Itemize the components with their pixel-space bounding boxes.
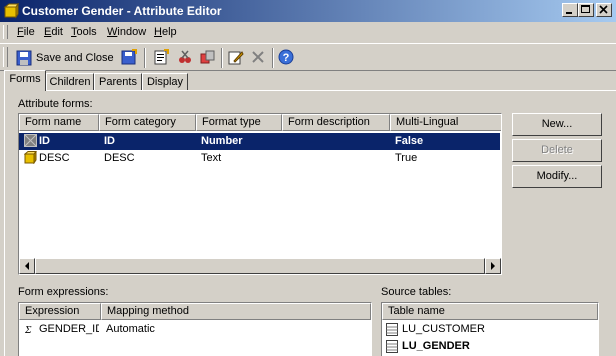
modify-button[interactable]: Modify... <box>512 165 602 188</box>
multi-lingual-cell: False <box>395 135 424 147</box>
table-row[interactable]: Σ GENDER_ID Automatic <box>19 321 371 338</box>
table-row[interactable]: DESC DESC Text True <box>19 150 500 167</box>
attribute-forms-list[interactable]: Form name Form category Format type Form… <box>18 113 502 275</box>
expression-cell: GENDER_ID <box>39 323 99 335</box>
save-icon <box>16 50 32 66</box>
column-header-form-description[interactable]: Form description <box>282 114 390 131</box>
format-type-cell: Number <box>201 135 243 147</box>
column-header-table-name[interactable]: Table name <box>382 303 598 320</box>
close-icon <box>599 5 608 14</box>
mapping-method-cell: Automatic <box>106 323 155 335</box>
list-item[interactable]: LU_CUSTOMER <box>382 321 598 338</box>
column-header-format-type[interactable]: Format type <box>196 114 282 131</box>
source-tables-list[interactable]: Table name LU_CUSTOMER LU_GENDER <box>381 302 599 356</box>
horizontal-scrollbar[interactable] <box>19 258 501 274</box>
form-id-icon <box>24 134 37 147</box>
minimize-icon <box>566 12 572 14</box>
scroll-thumb[interactable] <box>35 258 485 274</box>
tab-children[interactable]: Children <box>46 73 94 91</box>
menu-help[interactable]: Help <box>154 26 177 38</box>
table-name-cell: LU_CUSTOMER <box>402 323 485 335</box>
attribute-editor-icon <box>3 3 19 19</box>
delete-button[interactable]: Delete <box>512 139 602 162</box>
source-tables-label: Source tables: <box>381 286 452 298</box>
edit-icon[interactable] <box>228 49 244 65</box>
tab-forms[interactable]: Forms <box>4 70 46 91</box>
cut-icon[interactable] <box>177 49 193 65</box>
tab-parents[interactable]: Parents <box>94 73 142 91</box>
menu-bar: File Edit Tools Window Help <box>0 22 616 42</box>
column-header-form-category[interactable]: Form category <box>99 114 196 131</box>
properties-icon[interactable] <box>153 49 169 65</box>
form-expressions-label: Form expressions: <box>18 286 109 298</box>
expression-icon: Σ <box>24 324 32 335</box>
table-row[interactable]: ID ID Number False <box>19 133 500 150</box>
new-button[interactable]: New... <box>512 113 602 136</box>
help-icon[interactable]: ? <box>278 49 294 65</box>
toolbar-grip[interactable] <box>3 47 8 67</box>
list-item[interactable]: LU_GENDER <box>382 338 598 355</box>
maximize-icon <box>581 5 590 13</box>
table-icon <box>386 323 398 336</box>
column-header-form-name[interactable]: Form name <box>19 114 99 131</box>
close-button[interactable] <box>596 3 612 17</box>
menu-edit[interactable]: Edit <box>44 26 63 38</box>
tab-display[interactable]: Display <box>142 73 188 91</box>
svg-text:?: ? <box>283 52 290 64</box>
arrow-left-icon <box>25 262 29 270</box>
form-expressions-list[interactable]: Expression Mapping method Σ GENDER_ID Au… <box>18 302 372 356</box>
multi-lingual-cell: True <box>395 152 418 164</box>
menu-file[interactable]: File <box>17 26 35 38</box>
column-header-mapping-method[interactable]: Mapping method <box>101 303 371 320</box>
title-bar[interactable]: Customer Gender - Attribute Editor <box>0 0 616 22</box>
table-name-cell: LU_GENDER <box>402 340 470 352</box>
window-title: Customer Gender - Attribute Editor <box>22 4 222 18</box>
menu-window[interactable]: Window <box>107 26 146 38</box>
attribute-forms-label: Attribute forms: <box>18 98 93 110</box>
column-header-multi-lingual[interactable]: Multi-Lingual <box>390 114 501 131</box>
save-new-icon[interactable] <box>121 49 137 65</box>
menu-file-rest: ile <box>23 26 35 38</box>
menu-grip[interactable] <box>3 25 8 39</box>
form-desc-icon <box>24 151 37 164</box>
format-type-cell: Text <box>201 152 222 164</box>
form-name-cell: DESC <box>39 152 70 164</box>
menu-tools[interactable]: Tools <box>71 26 97 38</box>
save-and-close-label: Save and Close <box>36 52 114 64</box>
copy-icon[interactable] <box>199 49 215 65</box>
form-category-cell: ID <box>104 135 115 147</box>
maximize-button[interactable] <box>578 3 594 17</box>
scroll-left-button[interactable] <box>19 258 35 274</box>
column-header-expression[interactable]: Expression <box>19 303 101 320</box>
toolbar: Save and Close ? <box>0 43 616 71</box>
form-name-cell: ID <box>39 135 50 147</box>
form-category-cell: DESC <box>104 152 135 164</box>
minimize-button[interactable] <box>562 3 578 17</box>
scroll-right-button[interactable] <box>485 258 501 274</box>
table-icon <box>386 340 398 353</box>
arrow-right-icon <box>491 262 495 270</box>
svg-text:Σ: Σ <box>24 324 32 335</box>
save-and-close-button[interactable]: Save and Close <box>14 48 114 68</box>
delete-icon[interactable] <box>250 49 266 65</box>
